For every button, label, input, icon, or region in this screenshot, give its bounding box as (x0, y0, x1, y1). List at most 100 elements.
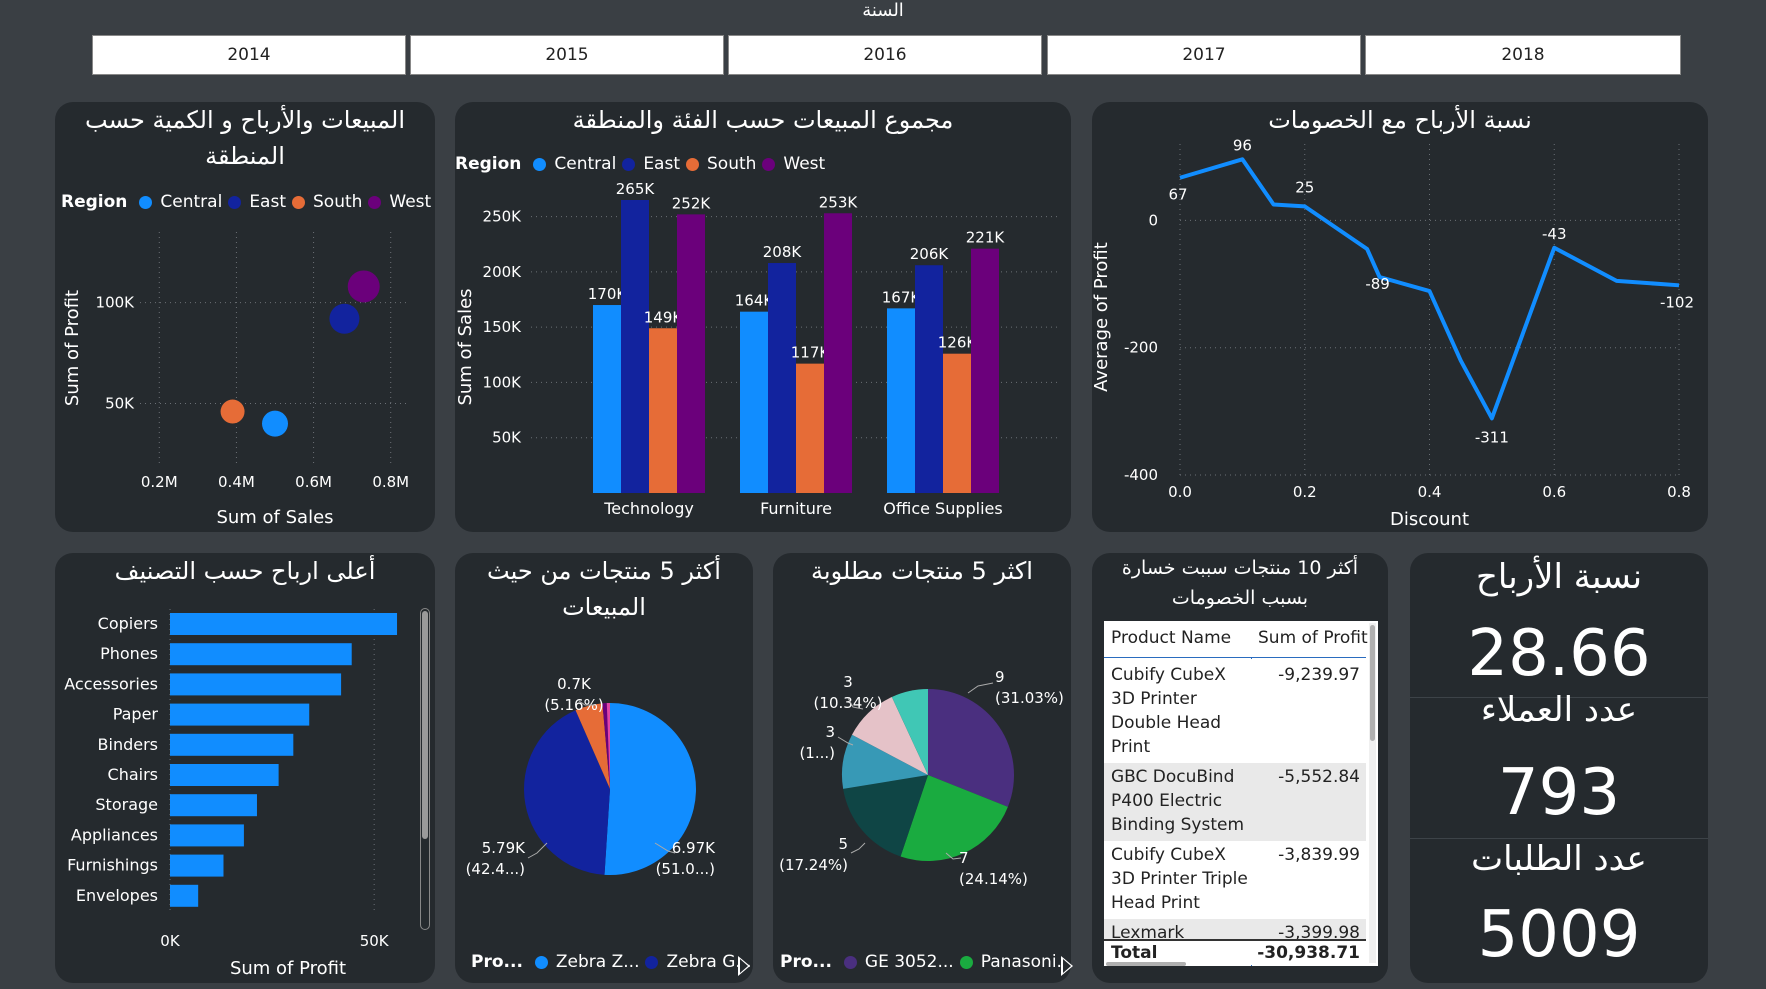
bar-data-label: 208K (763, 243, 803, 261)
scatter-point-central (262, 410, 288, 437)
line-data-label: 25 (1295, 178, 1314, 196)
profit-ratio-title: نسبة الأرباح (1475, 557, 1643, 597)
table-row[interactable]: GBC DocuBind P400 Electric Binding Syste… (1104, 763, 1366, 841)
table-row[interactable]: Cubify CubeX 3D Printer Double Head Prin… (1104, 659, 1378, 763)
pie-value-label: 6.97K (672, 839, 716, 857)
pie-sales-card[interactable]: أكثر 5 منتجات من حيث المبيعات 6.97K (51.0… (455, 553, 753, 983)
line-chart[interactable]: 0.0 0.2 0.4 0.6 0.8 0 -200 -400 Discount Average … (1092, 102, 1708, 532)
line-data-label: -43 (1542, 225, 1567, 243)
pie-sales-legend: Pro... Zebra Z... Zebra G... (471, 952, 752, 972)
total-value: -30,938.71 (1257, 943, 1360, 963)
bar-west (824, 213, 852, 493)
pie-chart-sales[interactable]: 6.97K(51.0...)5.79K(42.4...)0.7K(5.16%) (455, 553, 753, 983)
product-name-cell: Cubify CubeX 3D Printer Triple Head Prin… (1111, 845, 1248, 913)
x-axis-title: Sum of Sales (216, 507, 333, 528)
profit-cell: -3,839.99 (1278, 845, 1360, 865)
orders-count-value: 5009 (1477, 898, 1641, 972)
y-tick-label: 50K (105, 394, 135, 412)
pie-chart-quantity[interactable]: 9(31.03%)7(24.14%)5(17.24%)3(1...)3(10.3… (773, 553, 1071, 983)
table-horizontal-scrollbar[interactable] (1106, 962, 1186, 966)
pie-qty-card[interactable]: اكثر 5 منتجات مطلوبة 9 (31.03%) 7 (24.14%) 5… (773, 553, 1073, 983)
x-category-label: Technology (603, 499, 694, 518)
product-name-cell: GBC DocuBind P400 Electric Binding Syste… (1111, 767, 1245, 835)
bar-west (971, 248, 999, 493)
x-category-label: Office Supplies (883, 499, 1002, 518)
x-tick-label: 50K (360, 932, 390, 950)
column-header-product[interactable]: Product Name (1111, 626, 1231, 650)
bar-east (915, 265, 943, 493)
pie-percent-label: (1...) (799, 744, 835, 762)
scatter-point-west (347, 270, 380, 303)
product-name-cell: Cubify CubeX 3D Printer Double Head Prin… (1111, 665, 1226, 757)
x-axis-title: Discount (1390, 509, 1469, 530)
x-tick-label: 0.8M (372, 473, 409, 491)
bar-data-label: 252K (672, 194, 712, 212)
legend-label: Panasoni... (980, 952, 1073, 972)
hbar-scrollbar[interactable] (420, 608, 430, 930)
bar-east (621, 200, 649, 493)
pie-value-label: 3 (825, 723, 835, 741)
clustered-bar-chart[interactable]: 50K100K150K200K250KSum of Sales 170K265K1… (455, 102, 1071, 532)
year-button-2016[interactable]: 2016 (728, 35, 1042, 75)
hbar-phones (170, 643, 352, 666)
x-tick-label: 0.0 (1168, 483, 1192, 501)
scatter-plot[interactable]: 0.2M 0.4M 0.6M 0.8M 50K 100K Sum of Sales Sum o… (55, 102, 435, 532)
line-data-label: -311 (1475, 428, 1509, 446)
y-tick-label: 250K (483, 208, 523, 226)
pie-value-label: 5.79K (482, 839, 526, 857)
scatter-card[interactable]: المبيعات والأرباح و الكمية حسب المنطقة R… (55, 102, 435, 532)
year-button-2017[interactable]: 2017 (1047, 35, 1361, 75)
hbar-furnishings (170, 854, 224, 877)
pie-percent-label: (10.34%) (814, 694, 883, 712)
y-tick-label: -200 (1124, 339, 1158, 357)
bar-central (887, 308, 915, 493)
table-row[interactable]: Cubify CubeX 3D Printer Triple Head Prin… (1104, 841, 1378, 919)
year-button-2018[interactable]: 2018 (1365, 35, 1681, 75)
line-card[interactable]: نسبة الأرباح مع الخصومات 0.0 0.2 0.4 0.6 0.8… (1092, 102, 1708, 532)
y-tick-label: 50K (492, 429, 522, 447)
orders-count-title: عدد الطلبات (1471, 839, 1647, 879)
profit-ratio-value: 28.66 (1467, 617, 1651, 691)
category-label: Binders (98, 735, 158, 754)
hbar-scrollbar-thumb[interactable] (422, 611, 428, 839)
horizontal-bar-chart[interactable]: 0K 50K Copiers Phones Accessories Paper Binder… (55, 553, 435, 983)
hbar-binders (170, 733, 294, 756)
category-label: Accessories (64, 674, 158, 693)
legend-title: Pro... (471, 952, 523, 972)
year-button-2014[interactable]: 2014 (92, 35, 406, 75)
y-tick-label: 200K (483, 263, 523, 281)
vertical-scrollbar-thumb[interactable] (1370, 625, 1375, 741)
x-tick-label: 0.4 (1418, 483, 1442, 501)
customers-count-value: 793 (1497, 756, 1621, 830)
pie-value-label: 0.7K (557, 675, 592, 693)
bar-south (796, 363, 824, 493)
scatter-point-east (329, 303, 360, 334)
x-tick-label: 0K (160, 932, 181, 950)
line-data-label: 96 (1233, 136, 1252, 154)
profit-cell: -5,552.84 (1278, 767, 1360, 787)
x-tick-label: 0.4M (218, 473, 255, 491)
pie-percent-label: (42.4...) (466, 860, 525, 878)
line-data-label: -89 (1365, 275, 1390, 293)
legend-label: GE 3052... (864, 952, 954, 972)
hbar-card[interactable]: أعلى ارباح حسب التصنيف 0K 50K Copiers Phone… (55, 553, 435, 983)
y-tick-label: -400 (1124, 466, 1158, 484)
year-slicer: السنة 2014 2015 2016 2017 2018 (0, 0, 1766, 80)
category-label: Storage (95, 795, 158, 814)
pie-value-label: 9 (995, 668, 1005, 686)
loss-table[interactable]: Product Name Sum of Profit Cubify CubeX … (1104, 621, 1378, 966)
column-header-profit[interactable]: Sum of Profit (1258, 626, 1368, 650)
line-data-label: 67 (1168, 186, 1187, 204)
bar-east (768, 263, 796, 493)
year-button-2015[interactable]: 2015 (410, 35, 724, 75)
bar-card[interactable]: مجموع المبيعات حسب الفئة والمنطقة Region… (455, 102, 1071, 532)
x-tick-label: 0.6M (295, 473, 332, 491)
bar-west (677, 214, 705, 493)
category-label: Paper (113, 705, 159, 724)
bar-central (593, 305, 621, 493)
y-axis-title: Average of Profit (1092, 242, 1112, 392)
table-vertical-scrollbar[interactable] (1369, 623, 1376, 963)
hbar-storage (170, 794, 257, 817)
loss-table-card[interactable]: أكثر 10 منتجات سببت خسارة بسبب الخصومات … (1092, 553, 1388, 983)
hbar-chairs (170, 764, 279, 786)
